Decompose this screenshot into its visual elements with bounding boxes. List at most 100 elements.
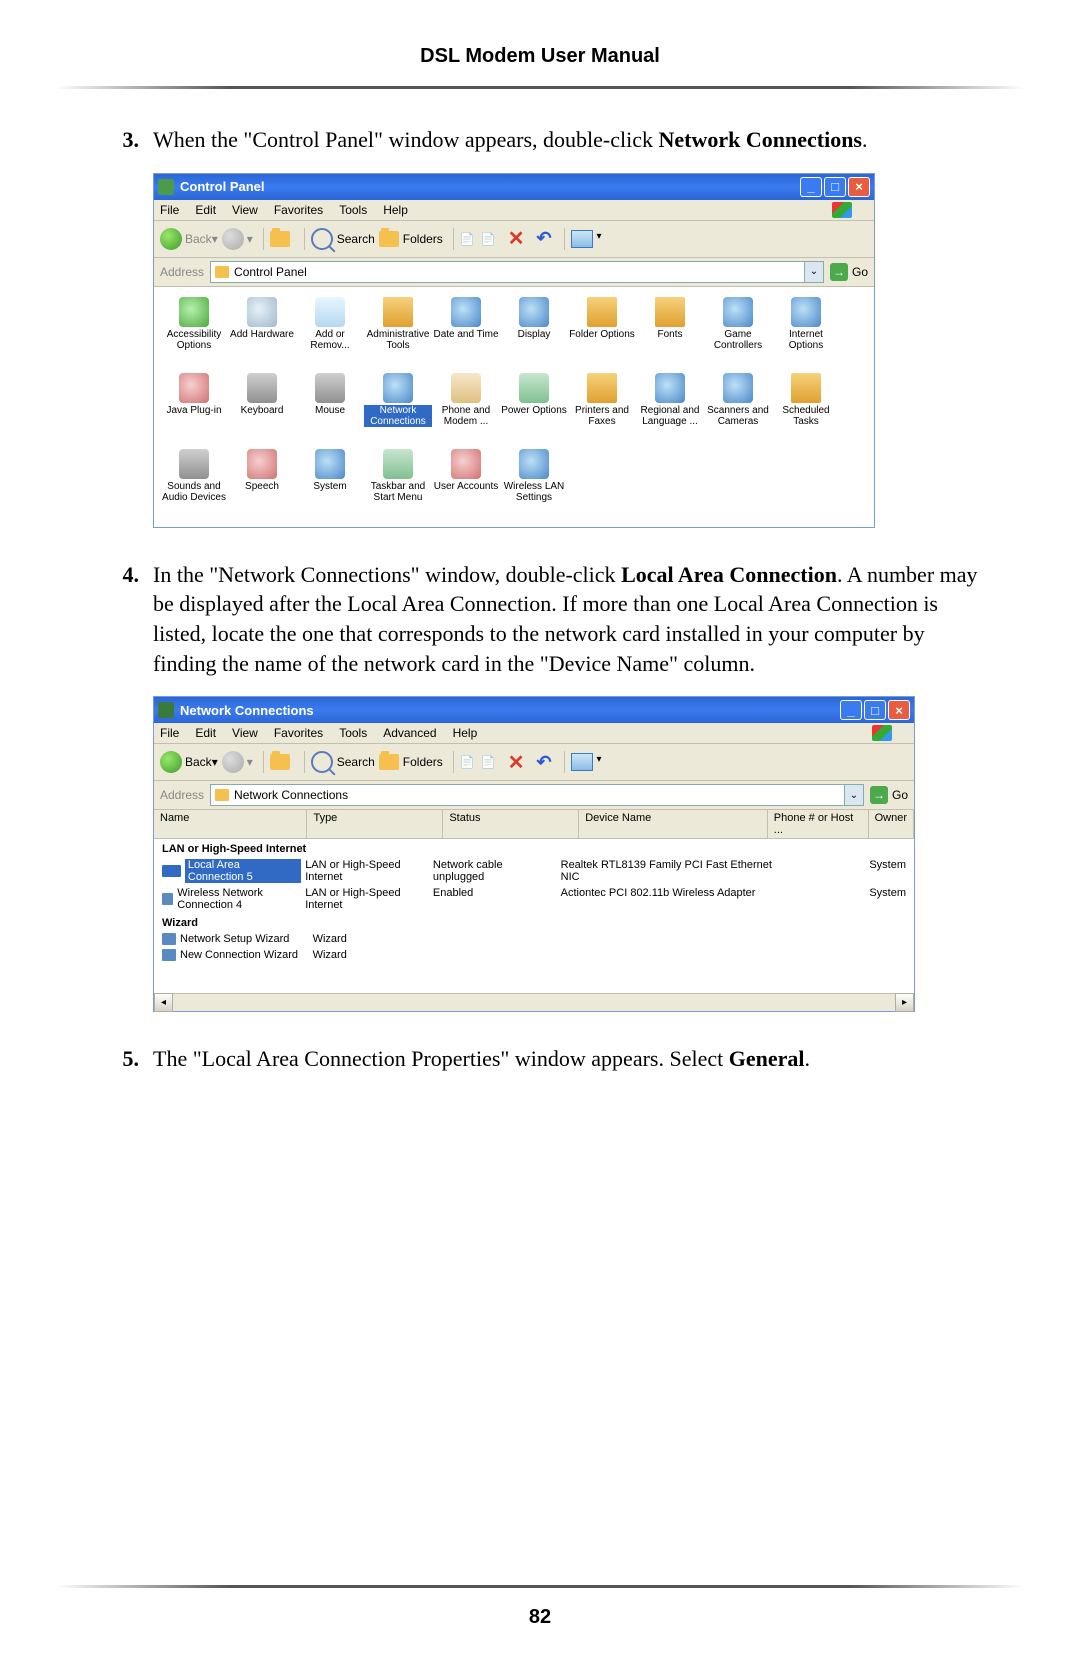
header-divider (55, 86, 1025, 89)
search-button[interactable]: Search (311, 751, 375, 773)
windows-flag-icon (872, 725, 892, 741)
connection-row[interactable]: Local Area Connection 5LAN or High-Speed… (154, 857, 914, 885)
menu-view[interactable]: View (232, 203, 258, 217)
step-bold: General (729, 1046, 805, 1071)
go-button[interactable]: →Go (870, 786, 908, 804)
delete-icon[interactable]: ✕ (508, 750, 525, 775)
copy-to-icon[interactable]: 📄 (481, 232, 496, 246)
control-panel-item-icon (655, 373, 685, 403)
step-number: 3. (95, 125, 153, 155)
control-panel-item[interactable]: Phone and Modem ... (432, 373, 500, 445)
control-panel-item[interactable]: Taskbar and Start Menu (364, 449, 432, 521)
col-phone[interactable]: Phone # or Host ... (768, 810, 869, 838)
move-to-icon[interactable]: 📄 (460, 755, 475, 769)
address-dropdown[interactable]: ⌄ (845, 784, 864, 806)
undo-icon[interactable]: ↶ (536, 752, 551, 773)
address-field[interactable]: Control Panel (210, 261, 805, 283)
control-panel-item[interactable]: Keyboard (228, 373, 296, 445)
control-panel-item[interactable]: Power Options (500, 373, 568, 445)
control-panel-item[interactable]: Accessibility Options (160, 297, 228, 369)
menu-help[interactable]: Help (383, 203, 408, 217)
control-panel-item[interactable]: Administrative Tools (364, 297, 432, 369)
close-button[interactable]: × (888, 700, 910, 720)
address-dropdown[interactable]: ⌄ (805, 261, 824, 283)
control-panel-item[interactable]: Network Connections (364, 373, 432, 445)
minimize-button[interactable]: _ (800, 177, 822, 197)
control-panel-item[interactable]: User Accounts (432, 449, 500, 521)
step-bold: Network Connections (659, 127, 863, 152)
control-panel-item-icon (519, 449, 549, 479)
horizontal-scrollbar[interactable]: ◂ ▸ (154, 993, 914, 1011)
forward-button[interactable]: ▾ (222, 751, 253, 773)
move-to-icon[interactable]: 📄 (460, 232, 475, 246)
control-panel-item[interactable]: Sounds and Audio Devices (160, 449, 228, 521)
minimize-button[interactable]: _ (840, 700, 862, 720)
window-title: Control Panel (180, 179, 798, 194)
menu-help[interactable]: Help (453, 726, 478, 740)
window-title: Network Connections (180, 703, 838, 718)
control-panel-item[interactable]: Add or Remov... (296, 297, 364, 369)
folders-button[interactable]: Folders (379, 754, 443, 770)
menu-view[interactable]: View (232, 726, 258, 740)
connection-owner (904, 932, 908, 946)
menu-edit[interactable]: Edit (195, 203, 216, 217)
go-button[interactable]: →Go (830, 263, 868, 281)
back-button[interactable]: Back ▾ (160, 228, 218, 250)
col-owner[interactable]: Owner (869, 810, 914, 838)
connection-row[interactable]: Wireless Network Connection 4LAN or High… (154, 885, 914, 913)
close-button[interactable]: × (848, 177, 870, 197)
col-status[interactable]: Status (443, 810, 579, 838)
up-button[interactable] (270, 231, 294, 247)
connection-row[interactable]: Network Setup WizardWizard (154, 931, 914, 947)
copy-to-icon[interactable]: 📄 (481, 755, 496, 769)
control-panel-item[interactable]: Java Plug-in (160, 373, 228, 445)
views-button[interactable] (571, 753, 593, 771)
undo-icon[interactable]: ↶ (536, 228, 551, 249)
scroll-left-button[interactable]: ◂ (154, 993, 173, 1012)
control-panel-item-icon (723, 373, 753, 403)
address-field[interactable]: Network Connections (210, 784, 845, 806)
forward-button[interactable]: ▾ (222, 228, 253, 250)
control-panel-item[interactable]: Date and Time (432, 297, 500, 369)
maximize-button[interactable]: □ (824, 177, 846, 197)
control-panel-item[interactable]: Mouse (296, 373, 364, 445)
control-panel-item-label: Add or Remov... (296, 329, 364, 351)
maximize-button[interactable]: □ (864, 700, 886, 720)
connection-status (445, 948, 579, 962)
control-panel-item[interactable]: Game Controllers (704, 297, 772, 369)
control-panel-item[interactable]: Internet Options (772, 297, 840, 369)
scroll-right-button[interactable]: ▸ (895, 993, 914, 1012)
col-device-name[interactable]: Device Name (579, 810, 768, 838)
menu-edit[interactable]: Edit (195, 726, 216, 740)
control-panel-item[interactable]: Add Hardware (228, 297, 296, 369)
up-button[interactable] (270, 754, 294, 770)
views-button[interactable] (571, 230, 593, 248)
search-button[interactable]: Search (311, 228, 375, 250)
menu-file[interactable]: File (160, 203, 179, 217)
control-panel-item[interactable]: Scanners and Cameras (704, 373, 772, 445)
menu-favorites[interactable]: Favorites (274, 726, 323, 740)
delete-icon[interactable]: ✕ (508, 226, 525, 251)
control-panel-item[interactable]: Scheduled Tasks (772, 373, 840, 445)
connection-phone (786, 858, 867, 884)
control-panel-item[interactable]: Regional and Language ... (636, 373, 704, 445)
col-name[interactable]: Name (154, 810, 307, 838)
menu-advanced[interactable]: Advanced (383, 726, 436, 740)
control-panel-item[interactable]: Fonts (636, 297, 704, 369)
col-type[interactable]: Type (307, 810, 443, 838)
back-button[interactable]: Back ▾ (160, 751, 218, 773)
control-panel-item[interactable]: Wireless LAN Settings (500, 449, 568, 521)
control-panel-item-icon (519, 373, 549, 403)
control-panel-item[interactable]: System (296, 449, 364, 521)
control-panel-item[interactable]: Display (500, 297, 568, 369)
connection-icon (162, 865, 181, 877)
control-panel-item[interactable]: Folder Options (568, 297, 636, 369)
menu-file[interactable]: File (160, 726, 179, 740)
folders-button[interactable]: Folders (379, 231, 443, 247)
menu-tools[interactable]: Tools (339, 726, 367, 740)
control-panel-item[interactable]: Printers and Faxes (568, 373, 636, 445)
menu-favorites[interactable]: Favorites (274, 203, 323, 217)
menu-tools[interactable]: Tools (339, 203, 367, 217)
control-panel-item[interactable]: Speech (228, 449, 296, 521)
connection-row[interactable]: New Connection WizardWizard (154, 947, 914, 963)
